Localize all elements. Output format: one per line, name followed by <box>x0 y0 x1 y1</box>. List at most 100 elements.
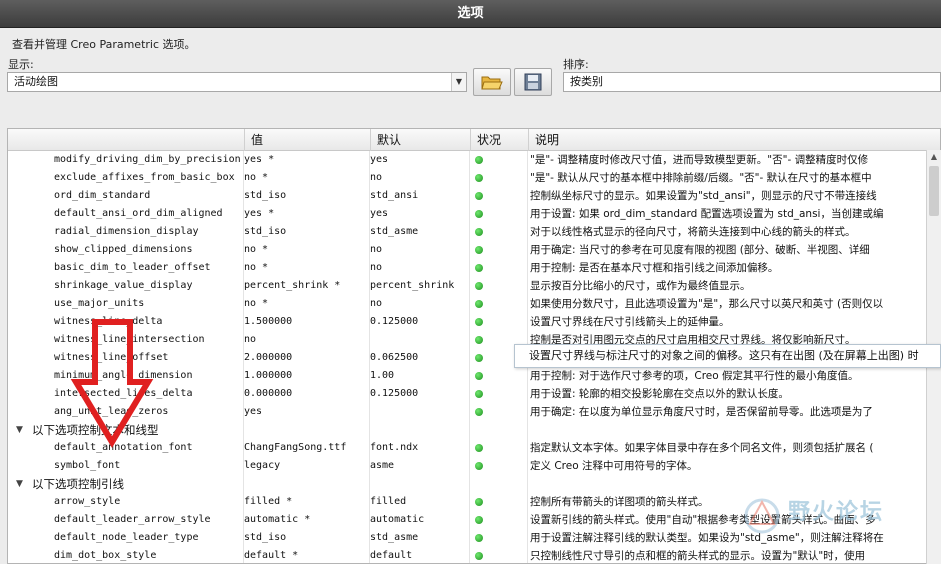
option-value[interactable]: 1.000000 <box>244 367 366 385</box>
status-ok-icon <box>475 498 483 506</box>
status-ok-icon <box>475 192 483 200</box>
option-value[interactable]: 1.500000 <box>244 313 366 331</box>
option-value[interactable]: yes * <box>244 151 366 169</box>
col-default[interactable]: 默认 <box>370 129 470 151</box>
option-value[interactable]: 0.000000 <box>244 385 366 403</box>
option-name: symbol_font <box>54 460 121 471</box>
folder-open-icon <box>481 76 503 90</box>
option-value[interactable]: default * <box>244 547 366 563</box>
table-row[interactable]: use_major_units no * no 如果使用分数尺寸，且此选项设置为"是"… <box>8 295 940 313</box>
option-status <box>472 529 528 547</box>
table-row[interactable]: witness_line_delta 1.500000 0.125000 设置尺寸界线… <box>8 313 940 331</box>
open-config-button[interactable] <box>473 68 511 96</box>
option-name: radial_dimension_display <box>54 226 199 237</box>
option-status <box>472 241 528 259</box>
option-default: no <box>370 172 383 183</box>
option-description: 用于控制: 对于选作尺寸参考的项，Creo 假定其平行性的最小角度值。 <box>530 370 859 382</box>
option-value[interactable]: no * <box>244 259 366 277</box>
option-name: witness_line_offset <box>54 352 169 363</box>
option-default: automatic <box>370 514 425 525</box>
option-default: yes <box>370 154 389 165</box>
status-ok-icon <box>475 174 483 182</box>
table-row[interactable]: ang_unit_lead_zeros yes 用于确定: 在以度为单位显示角度尺寸… <box>8 403 940 421</box>
option-value[interactable]: ChangFangSong.ttf <box>244 439 366 457</box>
status-ok-icon <box>475 408 483 416</box>
option-default: 1.00 <box>370 370 395 381</box>
option-value[interactable]: 2.000000 <box>244 349 366 367</box>
collapse-triangle-icon[interactable]: ▼ <box>16 475 23 493</box>
status-ok-icon <box>475 228 483 236</box>
status-ok-icon <box>475 516 483 524</box>
group-header[interactable]: ▼ 以下选项控制文本和线型 <box>8 421 940 439</box>
table-row[interactable]: default_node_leader_type std_iso std_asme 用… <box>8 529 940 547</box>
option-status <box>472 151 528 169</box>
table-row[interactable]: exclude_affixes_from_basic_box no * no "是"-… <box>8 169 940 187</box>
group-header[interactable]: ▼ 以下选项控制引线 <box>8 475 940 493</box>
option-value[interactable]: percent_shrink * <box>244 277 366 295</box>
col-name[interactable] <box>8 129 244 151</box>
option-name: show_clipped_dimensions <box>54 244 193 255</box>
chevron-down-icon[interactable]: ▼ <box>451 73 466 91</box>
option-status <box>472 547 528 563</box>
option-value[interactable]: yes <box>244 403 366 421</box>
option-status <box>472 205 528 223</box>
table-row[interactable]: dim_dot_box_style default * default 只控制线性尺寸… <box>8 547 940 563</box>
table-row[interactable]: basic_dim_to_leader_offset no * no 用于控制: 是否… <box>8 259 940 277</box>
option-description: 用于确定: 当尺寸的参考在可见度有限的视图 (部分、破断、半视图、详细 <box>530 244 870 256</box>
option-default: asme <box>370 460 395 471</box>
scrollbar-thumb[interactable] <box>929 166 939 216</box>
save-config-button[interactable] <box>514 68 552 96</box>
table-row[interactable]: ord_dim_standard std_iso std_ansi 控制纵坐标尺寸的显… <box>8 187 940 205</box>
option-description: 用于设置注解注释引线的默认类型。如果设为"std_asme"，则注解注释将在 <box>530 532 884 544</box>
option-description: 用于控制: 是否在基本尺寸框和指引线之间添加偏移。 <box>530 262 779 274</box>
collapse-triangle-icon[interactable]: ▼ <box>16 421 23 439</box>
option-name: ord_dim_standard <box>54 190 151 201</box>
option-value[interactable]: no * <box>244 295 366 313</box>
status-ok-icon <box>475 354 483 362</box>
option-status <box>472 367 528 385</box>
col-value[interactable]: 值 <box>244 129 370 151</box>
option-default: percent_shrink <box>370 280 455 291</box>
option-value[interactable]: filled * <box>244 493 366 511</box>
option-value[interactable]: std_iso <box>244 223 366 241</box>
table-row[interactable]: default_leader_arrow_style automatic * aut… <box>8 511 940 529</box>
table-row[interactable]: arrow_style filled * filled 控制所有带箭头的详图项的箭头样… <box>8 493 940 511</box>
save-icon <box>524 73 542 91</box>
table-row[interactable]: default_ansi_ord_dim_aligned yes * yes 用于设置… <box>8 205 940 223</box>
sort-select[interactable]: 按类别 <box>563 72 941 92</box>
option-value[interactable]: no * <box>244 241 366 259</box>
option-name: dim_dot_box_style <box>54 550 157 561</box>
option-value[interactable]: yes * <box>244 205 366 223</box>
table-row[interactable]: symbol_font legacy asme 定义 Creo 注释中可用符号的字体。 <box>8 457 940 475</box>
table-row[interactable]: show_clipped_dimensions no * no 用于确定: 当尺寸的参… <box>8 241 940 259</box>
table-row[interactable]: modify_driving_dim_by_precision yes * yes "… <box>8 151 940 169</box>
option-name: default_ansi_ord_dim_aligned <box>54 208 223 219</box>
group-label: 以下选项控制引线 <box>32 477 124 491</box>
table-row[interactable]: radial_dimension_display std_iso std_asme 对… <box>8 223 940 241</box>
option-status <box>472 169 528 187</box>
status-ok-icon <box>475 552 483 560</box>
option-value[interactable]: no * <box>244 169 366 187</box>
option-value[interactable]: automatic * <box>244 511 366 529</box>
option-value[interactable]: no <box>244 331 366 349</box>
option-name: default_leader_arrow_style <box>54 514 211 525</box>
option-value[interactable]: std_iso <box>244 187 366 205</box>
option-description: 设置尺寸界线在尺寸引线箭头上的延伸量。 <box>530 316 730 328</box>
table-row[interactable]: minimum_angle_dimension 1.000000 1.00 用于控制:… <box>8 367 940 385</box>
option-description: 定义 Creo 注释中可用符号的字体。 <box>530 460 698 472</box>
status-ok-icon <box>475 246 483 254</box>
option-status <box>472 457 528 475</box>
option-status <box>472 259 528 277</box>
col-status[interactable]: 状况 <box>470 129 528 151</box>
option-value[interactable]: std_iso <box>244 529 366 547</box>
option-description: 只控制线性尺寸导引的点和框的箭头样式的显示。设置为"默认"时，使用 <box>530 550 866 562</box>
option-description: 用于设置: 如果 ord_dim_standard 配置选项设置为 std_an… <box>530 208 884 220</box>
display-select[interactable]: 活动绘图 ▼ <box>7 72 467 92</box>
option-name: shrinkage_value_display <box>54 280 193 291</box>
col-description[interactable]: 说明 <box>528 129 940 151</box>
table-row[interactable]: intersected_lines_delta 0.000000 0.125000 用… <box>8 385 940 403</box>
table-row[interactable]: shrinkage_value_display percent_shrink * p… <box>8 277 940 295</box>
chevron-up-icon[interactable]: ▲ <box>927 150 941 164</box>
table-row[interactable]: default_annotation_font ChangFangSong.ttf… <box>8 439 940 457</box>
option-value[interactable]: legacy <box>244 457 366 475</box>
